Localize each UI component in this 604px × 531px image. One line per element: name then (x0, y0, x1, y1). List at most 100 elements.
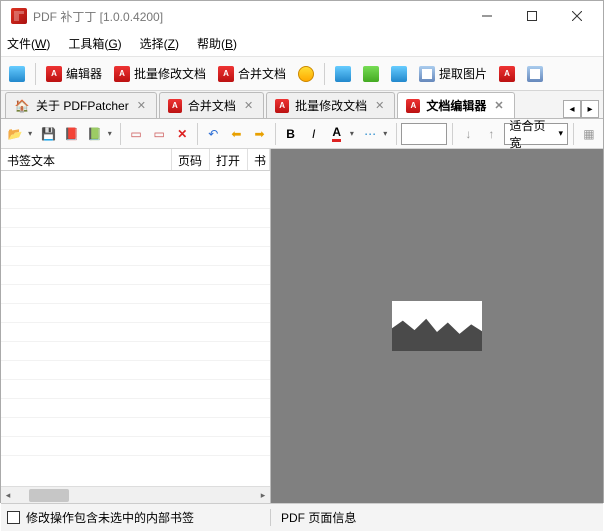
separator (324, 63, 325, 85)
open-button[interactable]: 📂 (5, 123, 25, 145)
text-color-button[interactable]: A (327, 123, 347, 145)
close-icon[interactable]: ✕ (135, 99, 148, 112)
workspace: 书签文本 页码 打开 书 ◂▸ (1, 149, 603, 503)
book-green-button[interactable]: 📗 (85, 123, 105, 145)
menu-toolbox[interactable]: 工具箱(G) (68, 35, 121, 52)
col-bookmark-text[interactable]: 书签文本 (1, 149, 172, 170)
h-scrollbar[interactable]: ◂▸ (1, 486, 270, 503)
separator (275, 123, 276, 145)
status-right-label: PDF 页面信息 (271, 509, 366, 526)
editor-toolbar: 📂 ▾ 💾 📕 📗 ▾ ▭ ▭ ✕ ↶ ⬅ ➡ B I A ▾ ⋯ ▾ ↓ ↑ … (1, 119, 603, 149)
delete-button[interactable]: ✕ (172, 123, 192, 145)
page-input[interactable] (401, 123, 447, 145)
grid-body[interactable] (1, 171, 270, 486)
grid-header: 书签文本 页码 打开 书 (1, 149, 270, 171)
pdf-icon (114, 66, 130, 82)
tab-merge[interactable]: 合并文档 ✕ (159, 92, 264, 118)
tab-label: 批量修改文档 (295, 97, 367, 114)
main-toolbar: 编辑器 批量修改文档 合并文档 提取图片 (1, 57, 603, 91)
insert-1-button[interactable]: ▭ (126, 123, 146, 145)
app-icon (11, 8, 27, 24)
book-red-button[interactable]: 📕 (62, 123, 82, 145)
tool-pdf-last[interactable] (495, 63, 519, 85)
separator (35, 63, 36, 85)
tool-editor[interactable]: 编辑器 (42, 62, 106, 85)
tab-doceditor[interactable]: 文档编辑器 ✕ (397, 92, 514, 118)
separator (120, 123, 121, 145)
dropdown-icon[interactable]: ▾ (383, 129, 390, 138)
tabs-next-button[interactable]: ▸ (581, 100, 599, 118)
doc-icon (391, 66, 407, 82)
tool-yellow[interactable] (294, 63, 318, 85)
left-button[interactable]: ⬅ (226, 123, 246, 145)
tool-blue-2[interactable] (387, 63, 411, 85)
bold-button[interactable]: B (280, 123, 300, 145)
tool-extract[interactable]: 提取图片 (415, 62, 491, 85)
close-icon[interactable]: ✕ (373, 99, 386, 112)
save-button[interactable]: 💾 (38, 123, 58, 145)
preview-thumbnail (392, 301, 482, 351)
minimize-button[interactable] (464, 2, 509, 30)
menu-help[interactable]: 帮助(B) (197, 35, 237, 52)
pdf-icon (275, 99, 289, 113)
tool-generic-1[interactable] (5, 63, 29, 85)
doc-icon (363, 66, 379, 82)
separator (452, 123, 453, 145)
home-icon: 🏠 (14, 98, 30, 114)
more-button[interactable]: ⋯ (360, 123, 380, 145)
close-button[interactable] (554, 2, 599, 30)
view-mode-button[interactable]: ▦ (579, 123, 599, 145)
tool-batch[interactable]: 批量修改文档 (110, 62, 210, 85)
dropdown-icon[interactable]: ▾ (108, 129, 115, 138)
tool-blue-1[interactable] (331, 63, 355, 85)
col-open[interactable]: 打开 (210, 149, 248, 170)
tab-label: 文档编辑器 (426, 97, 486, 114)
status-left-label: 修改操作包含未选中的内部书签 (26, 509, 194, 526)
menu-file[interactable]: 文件(W) (7, 35, 50, 52)
right-button[interactable]: ➡ (249, 123, 269, 145)
tool-img-last[interactable] (523, 63, 547, 85)
tab-batch[interactable]: 批量修改文档 ✕ (266, 92, 395, 118)
image-icon (419, 66, 435, 82)
statusbar: 修改操作包含未选中的内部书签 PDF 页面信息 (1, 503, 603, 531)
gold-icon (298, 66, 314, 82)
pdf-icon (46, 66, 62, 82)
titlebar: PDF 补丁丁 [1.0.0.4200] (1, 1, 603, 31)
document-tabs: 🏠 关于 PDFPatcher ✕ 合并文档 ✕ 批量修改文档 ✕ 文档编辑器 … (1, 91, 603, 119)
col-bk[interactable]: 书 (248, 149, 270, 170)
menubar: 文件(W) 工具箱(G) 选择(Z) 帮助(B) (1, 31, 603, 57)
tab-label: 合并文档 (188, 97, 236, 114)
menu-select[interactable]: 选择(Z) (140, 35, 179, 52)
italic-button[interactable]: I (304, 123, 324, 145)
tool-green[interactable] (359, 63, 383, 85)
tab-about[interactable]: 🏠 关于 PDFPatcher ✕ (5, 92, 157, 118)
maximize-button[interactable] (509, 2, 554, 30)
preview-pane (271, 149, 603, 503)
close-icon[interactable]: ✕ (492, 99, 505, 112)
window-title: PDF 补丁丁 [1.0.0.4200] (33, 8, 464, 25)
preview-area[interactable] (271, 149, 603, 503)
separator (573, 123, 574, 145)
zoom-select[interactable]: 适合页宽▾ (504, 123, 568, 145)
col-page[interactable]: 页码 (172, 149, 210, 170)
pdf-icon (499, 66, 515, 82)
doc-icon (335, 66, 351, 82)
tabs-prev-button[interactable]: ◂ (563, 100, 581, 118)
include-unselected-checkbox[interactable] (7, 511, 20, 524)
dropdown-icon[interactable]: ▾ (350, 129, 357, 138)
pdf-icon (218, 66, 234, 82)
pdf-icon (168, 99, 182, 113)
zoom-out-button[interactable]: ↓ (458, 123, 478, 145)
insert-2-button[interactable]: ▭ (149, 123, 169, 145)
tool-merge[interactable]: 合并文档 (214, 62, 290, 85)
zoom-in-button[interactable]: ↑ (481, 123, 501, 145)
image-icon (527, 66, 543, 82)
dropdown-icon[interactable]: ▾ (28, 129, 35, 138)
pdf-icon (406, 99, 420, 113)
close-icon[interactable]: ✕ (242, 99, 255, 112)
separator (197, 123, 198, 145)
tab-label: 关于 PDFPatcher (36, 97, 129, 114)
bookmark-pane: 书签文本 页码 打开 书 ◂▸ (1, 149, 271, 503)
undo-button[interactable]: ↶ (203, 123, 223, 145)
separator (396, 123, 397, 145)
